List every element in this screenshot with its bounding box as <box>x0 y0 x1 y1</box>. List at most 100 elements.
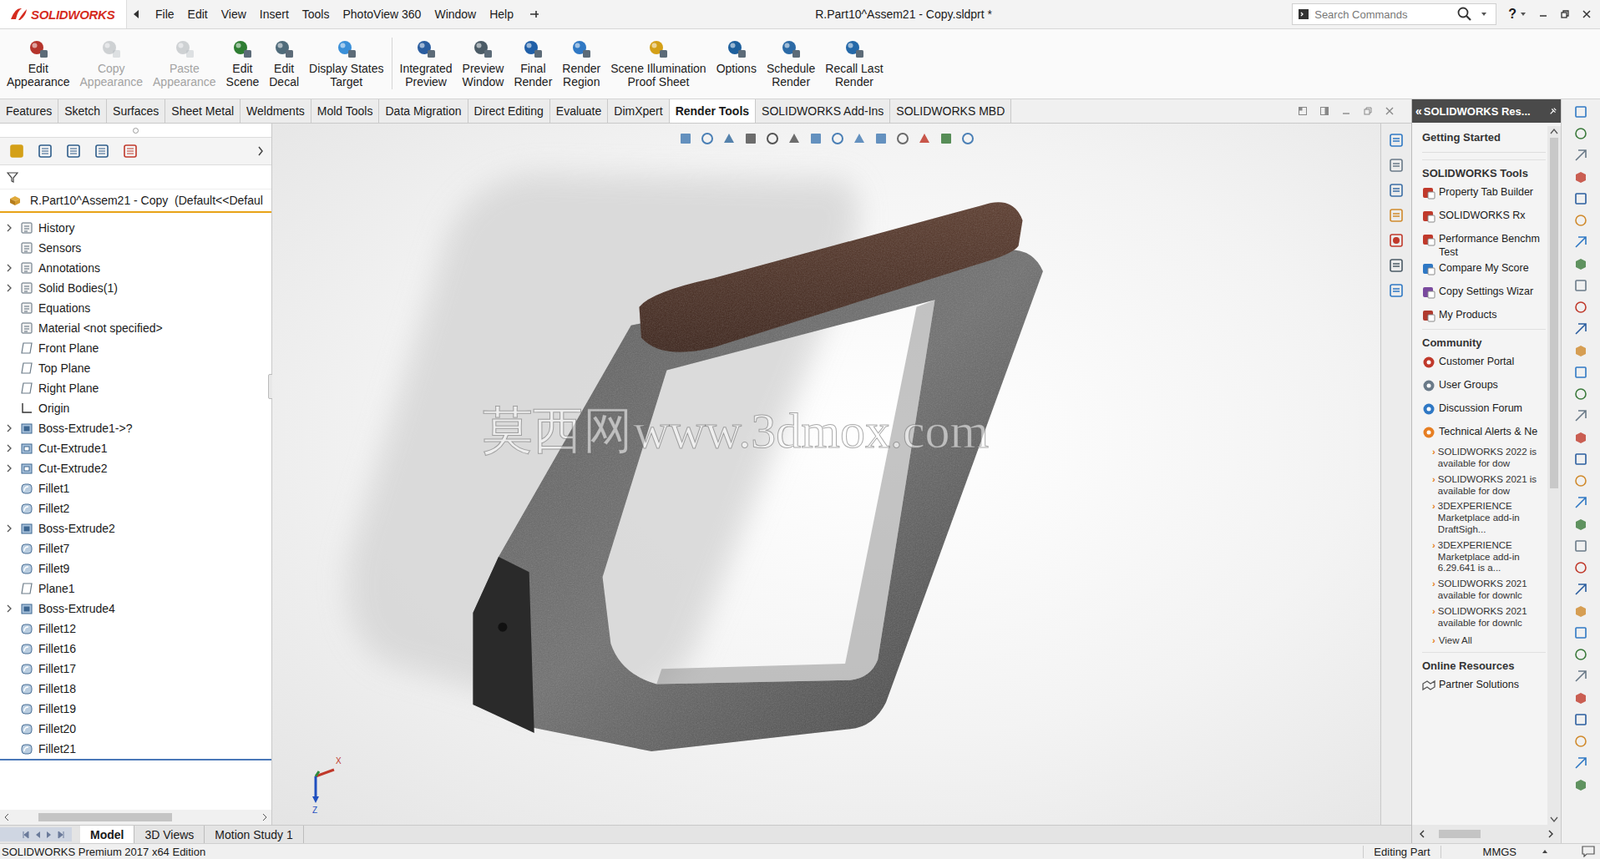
resource-link[interactable]: My Products <box>1422 305 1546 330</box>
tree-item[interactable]: Fillet7 <box>0 538 272 559</box>
menu-item[interactable]: Help <box>482 4 521 25</box>
graphics-area[interactable]: 莫西网www.3dmox.comXZ <box>272 123 1381 826</box>
expand-icon[interactable] <box>5 444 13 453</box>
shortcut-icon[interactable] <box>1573 126 1589 142</box>
restore-icon[interactable] <box>1362 106 1373 117</box>
scroll-down-icon[interactable] <box>1549 816 1559 824</box>
ribbon-button[interactable]: EditScene <box>221 37 265 90</box>
resource-link[interactable]: Property Tab Builder <box>1422 182 1546 207</box>
resource-link[interactable]: Compare My Score <box>1422 258 1546 283</box>
resource-link[interactable]: User Groups <box>1422 375 1546 400</box>
pin-icon[interactable] <box>528 8 541 21</box>
shortcut-icon[interactable] <box>1573 473 1589 489</box>
view-tool-icon[interactable] <box>721 131 737 147</box>
expand-icon[interactable] <box>5 604 13 613</box>
shortcut-icon[interactable] <box>1573 191 1589 207</box>
tree-item[interactable]: Fillet17 <box>0 658 272 679</box>
restore-icon[interactable] <box>1559 9 1570 20</box>
shortcut-icon[interactable] <box>1573 104 1589 120</box>
shortcut-icon[interactable] <box>1573 321 1589 337</box>
ribbon-button[interactable]: FinalRender <box>508 37 557 90</box>
panel-grip[interactable] <box>0 123 272 137</box>
command-tab[interactable]: Mold Tools <box>311 99 380 123</box>
model-tab[interactable]: Motion Study 1 <box>204 825 304 844</box>
minimize-icon[interactable] <box>1538 9 1549 20</box>
tile-icon[interactable] <box>1319 106 1330 117</box>
view-tool-icon[interactable] <box>873 131 889 147</box>
tree-root[interactable]: R.Part10^Assem21 - Copy (Default<<Defaul <box>0 189 272 213</box>
menu-collapse-icon[interactable] <box>131 9 141 20</box>
ribbon-button[interactable]: EditDecal <box>263 37 304 90</box>
shortcut-icon[interactable] <box>1573 299 1589 315</box>
tree-item[interactable]: Annotations <box>0 258 272 279</box>
view-tool-icon[interactable] <box>938 131 954 147</box>
shortcut-icon[interactable] <box>1573 603 1589 619</box>
panel-tab-icon[interactable] <box>8 142 26 160</box>
ribbon-button[interactable]: Recall LastRender <box>820 37 888 90</box>
menu-item[interactable]: Window <box>427 4 483 25</box>
last-tab-icon[interactable] <box>56 830 66 840</box>
tree-item[interactable]: Front Plane <box>0 338 272 359</box>
handle-model[interactable] <box>272 123 1381 826</box>
tree-item[interactable]: Boss-Extrude2 <box>0 518 272 539</box>
expand-icon[interactable] <box>5 424 13 433</box>
shortcut-icon[interactable] <box>1573 169 1589 185</box>
view-tool-icon[interactable] <box>808 131 824 147</box>
news-item[interactable]: ›SOLIDWORKS 2022 is available for dow <box>1422 445 1546 474</box>
tree-item[interactable]: Top Plane <box>0 358 272 379</box>
news-item[interactable]: ›SOLIDWORKS 2021 available for downlc <box>1422 577 1546 606</box>
tree-item[interactable]: Equations <box>0 298 272 319</box>
units-selector[interactable]: MMGS <box>1441 845 1542 859</box>
expand-icon[interactable] <box>5 464 13 473</box>
filter-icon[interactable] <box>6 171 19 183</box>
tree-item[interactable]: Plane1 <box>0 578 272 599</box>
shortcut-icon[interactable] <box>1573 755 1589 771</box>
horizontal-scrollbar[interactable] <box>0 810 272 826</box>
previous-tab-icon[interactable] <box>33 830 42 840</box>
command-tab[interactable]: Features <box>0 99 59 123</box>
next-tab-icon[interactable] <box>45 830 54 840</box>
command-tab[interactable]: Weldments <box>240 99 312 123</box>
tree-item[interactable]: Cut-Extrude2 <box>0 458 272 479</box>
tree-item[interactable]: Fillet18 <box>0 678 272 699</box>
command-tab[interactable]: Render Tools <box>669 99 756 123</box>
resource-link[interactable]: Copy Settings Wizar <box>1422 282 1546 306</box>
news-item[interactable]: ›SOLIDWORKS 2021 is available for dow <box>1422 473 1546 502</box>
horizontal-scrollbar[interactable] <box>1412 825 1561 844</box>
tree-item[interactable]: History <box>0 217 272 238</box>
menu-item[interactable]: Insert <box>253 4 296 25</box>
ribbon-button[interactable]: Options <box>711 37 762 76</box>
shortcut-icon[interactable] <box>1573 582 1589 598</box>
magnifier-icon[interactable] <box>1457 6 1473 22</box>
tree-item[interactable]: Fillet21 <box>0 739 272 760</box>
ribbon-button[interactable]: ScheduleRender <box>761 37 821 90</box>
tree-item[interactable]: Right Plane <box>0 378 272 399</box>
expand-icon[interactable] <box>5 524 13 533</box>
scroll-left-icon[interactable] <box>1418 830 1426 839</box>
shortcut-icon[interactable] <box>1573 343 1589 359</box>
task-pane-tab-icon[interactable] <box>1387 282 1405 299</box>
ribbon-button[interactable]: RenderRegion <box>556 37 606 90</box>
tree-item[interactable]: Fillet1 <box>0 478 272 499</box>
ribbon-button[interactable]: IntegratedPreview <box>394 37 458 90</box>
panel-tab-icon[interactable] <box>121 142 139 160</box>
tree-item[interactable]: Fillet2 <box>0 498 272 519</box>
shortcut-icon[interactable] <box>1573 668 1589 684</box>
view-tool-icon[interactable] <box>786 131 802 147</box>
expand-icon[interactable] <box>5 263 13 273</box>
ribbon-button[interactable]: Display StatesTarget <box>303 37 389 90</box>
tree-item[interactable]: Boss-Extrude1->? <box>0 418 272 439</box>
news-item[interactable]: ›SOLIDWORKS 2021 available for downlc <box>1422 605 1546 633</box>
view-tool-icon[interactable] <box>960 131 976 147</box>
task-pane-tab-icon[interactable] <box>1387 156 1405 174</box>
resource-link[interactable]: Discussion Forum <box>1422 399 1546 423</box>
shortcut-icon[interactable] <box>1573 147 1589 163</box>
menu-item[interactable]: File <box>148 4 182 25</box>
scroll-up-icon[interactable] <box>1549 127 1559 135</box>
view-tool-icon[interactable] <box>830 131 846 147</box>
logo[interactable]: SOLIDWORKS <box>0 0 127 29</box>
view-tool-icon[interactable] <box>916 131 932 147</box>
view-tool-icon[interactable] <box>764 131 780 147</box>
resource-link[interactable]: Partner Solutions <box>1422 675 1546 699</box>
getting-started[interactable]: Getting Started <box>1422 126 1546 153</box>
